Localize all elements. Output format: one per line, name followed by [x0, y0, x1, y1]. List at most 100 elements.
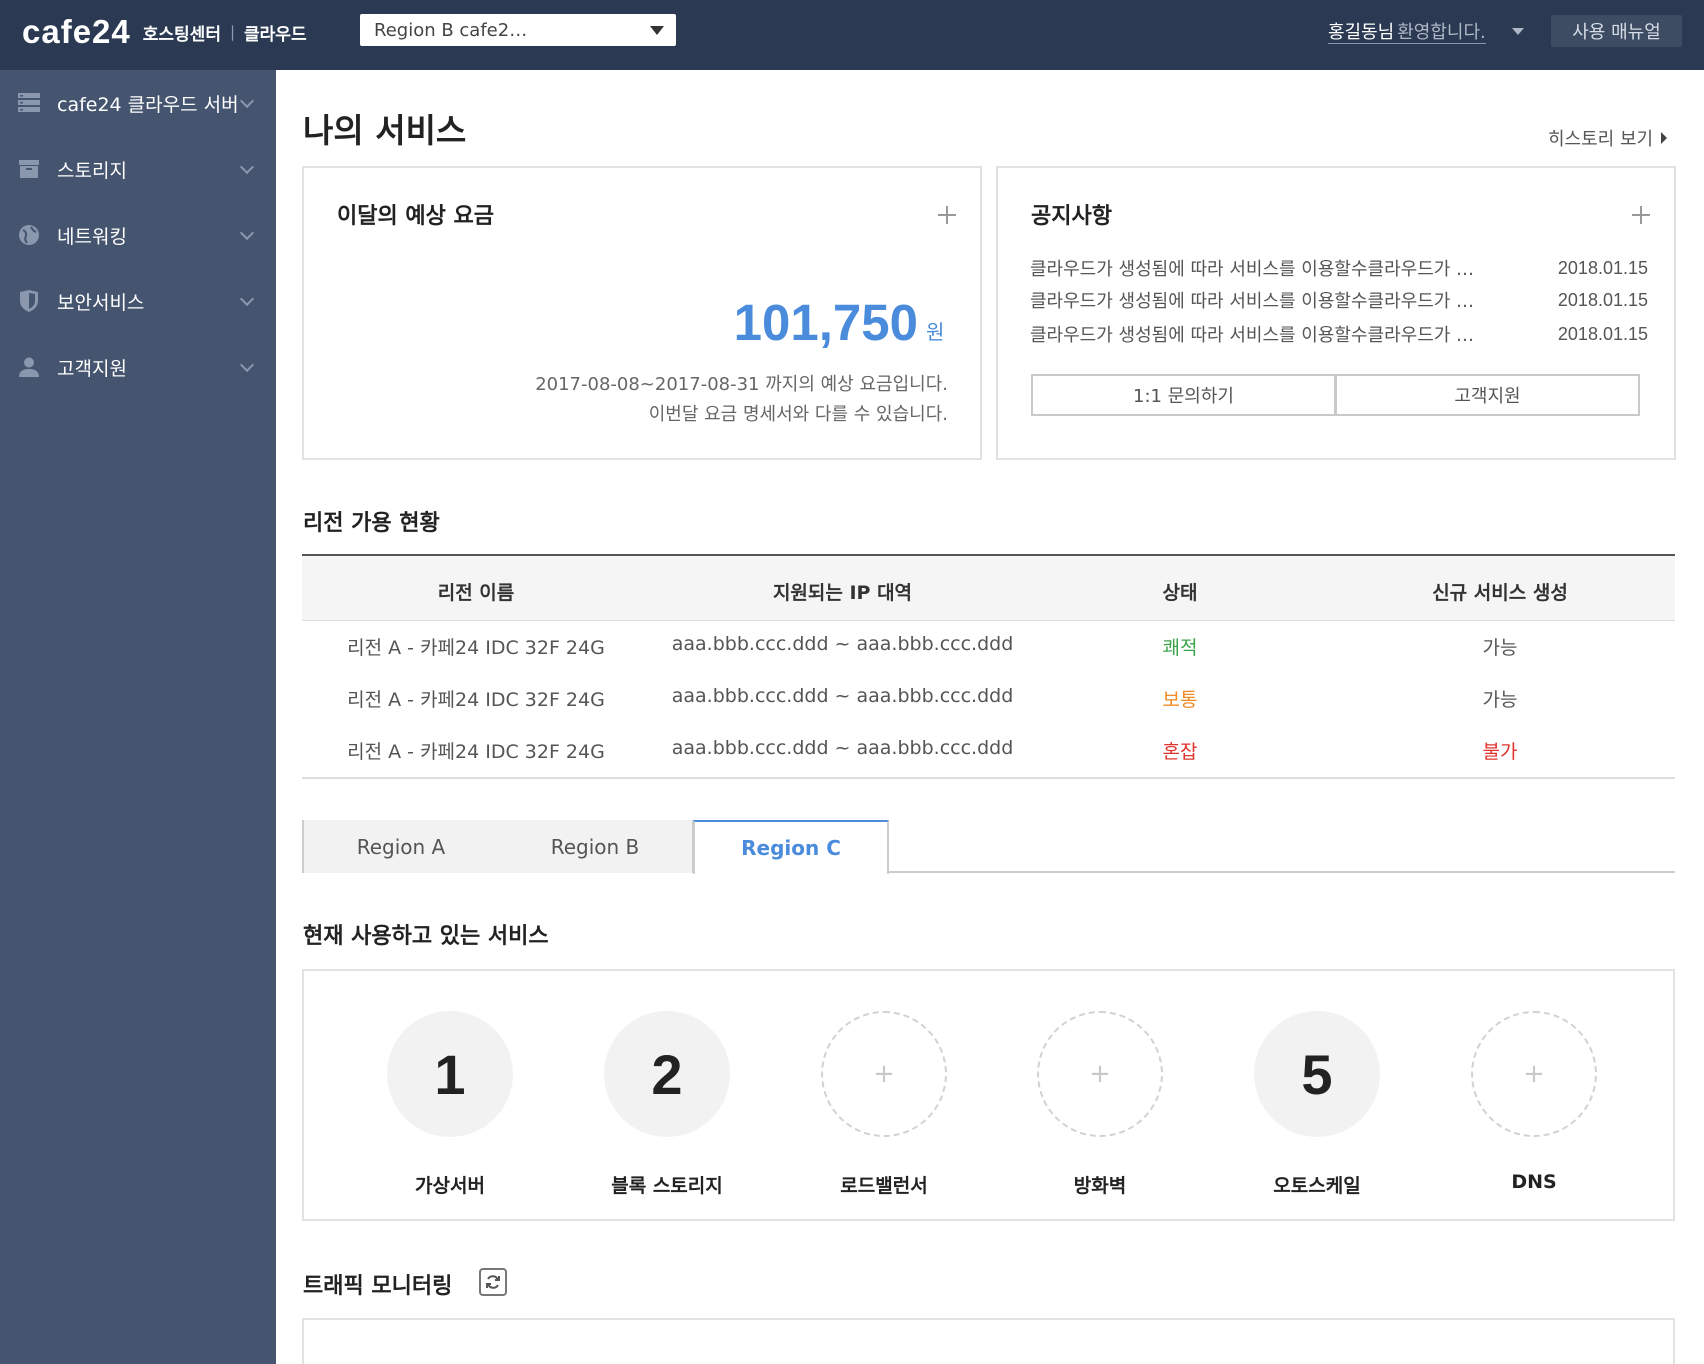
- plus-icon: +: [873, 1059, 895, 1089]
- ip-range: aaa.bbb.ccc.ddd ~ aaa.bbb.ccc.ddd: [671, 685, 1014, 707]
- column-header: 리전 이름: [437, 582, 515, 604]
- service-block-storage[interactable]: 2 블록 스토리지: [587, 1011, 747, 1201]
- service-label: 방화벽: [1073, 1175, 1127, 1197]
- chevron-down-icon: [239, 225, 255, 240]
- fee-amount: 101,750: [733, 294, 918, 351]
- logo[interactable]: cafe24 호스팅센터 | 클라우드: [22, 13, 307, 50]
- user-name: 홍길동님: [1328, 21, 1395, 43]
- create-availability: 가능: [1482, 637, 1518, 659]
- fee-period-desc: 2017-08-08~2017-08-31 까지의 예상 요금입니다.: [535, 374, 948, 395]
- service-label: 가상서버: [415, 1175, 485, 1197]
- sidebar-item-label: 네트워킹: [57, 225, 127, 248]
- plus-icon[interactable]: [1632, 206, 1650, 224]
- service-label: DNS: [1511, 1171, 1557, 1193]
- status-badge: 혼잡: [1162, 741, 1198, 763]
- notice-text: 클라우드가 생성됨에 따라 서비스를 이용할수클라우드가 …: [1030, 291, 1475, 312]
- traffic-panel: [302, 1318, 1675, 1364]
- fee-notice-desc: 이번달 요금 명세서와 다를 수 있습니다.: [648, 404, 948, 425]
- sidebar-item-label: 고객지원: [57, 357, 127, 380]
- region-name: 리전 A - 카페24 IDC 32F 24G: [347, 689, 605, 711]
- server-icon: [18, 92, 40, 114]
- status-badge: 보통: [1162, 689, 1198, 711]
- status-badge: 쾌적: [1162, 637, 1198, 659]
- table-row: 리전 A - 카페24 IDC 32F 24G aaa.bbb.ccc.ddd …: [302, 737, 1675, 789]
- ip-range: aaa.bbb.ccc.ddd ~ aaa.bbb.ccc.ddd: [671, 633, 1014, 655]
- service-label: 로드밸런서: [840, 1175, 928, 1197]
- region-status-title: 리전 가용 현황: [303, 511, 440, 536]
- ip-range: aaa.bbb.ccc.ddd ~ aaa.bbb.ccc.ddd: [671, 737, 1014, 759]
- services-panel: 1 가상서버 2 블록 스토리지 + 로드밸런서 + 방화벽 5 오토스케일 +…: [302, 969, 1675, 1221]
- user-welcome: 환영합니다.: [1397, 21, 1486, 43]
- region-select-value: Region B cafe2…: [374, 19, 528, 41]
- service-count-circle[interactable]: 2: [604, 1011, 730, 1137]
- logo-mark: cafe24: [22, 13, 131, 50]
- history-link-label: 히스토리 보기: [1548, 129, 1654, 150]
- logo-cloud: 클라우드: [244, 24, 307, 45]
- fee-unit: 원: [926, 320, 945, 344]
- service-add-circle[interactable]: +: [1471, 1011, 1597, 1137]
- table-divider: [302, 777, 1675, 779]
- chevron-down-icon: [239, 159, 255, 174]
- service-add-circle[interactable]: +: [821, 1011, 947, 1137]
- page-title: 나의 서비스: [303, 111, 467, 150]
- service-dns[interactable]: + DNS: [1454, 1011, 1614, 1201]
- service-count: 1: [434, 1042, 466, 1106]
- service-count-circle[interactable]: 1: [387, 1011, 513, 1137]
- notice-date: 2018.01.15: [1557, 323, 1648, 344]
- column-header: 신규 서비스 생성: [1432, 582, 1568, 604]
- plus-icon[interactable]: [938, 206, 956, 224]
- table-row: 리전 A - 카페24 IDC 32F 24G aaa.bbb.ccc.ddd …: [302, 633, 1675, 685]
- notice-item[interactable]: 클라우드가 생성됨에 따라 서비스를 이용할수클라우드가 … 2018.01.1…: [1030, 285, 1648, 315]
- top-header: cafe24 호스팅센터 | 클라우드 Region B cafe2… 홍길동님…: [0, 0, 1704, 70]
- user-icon: [18, 356, 40, 378]
- storage-box-icon: [18, 158, 40, 180]
- service-count: 2: [651, 1042, 683, 1106]
- service-virtual-server[interactable]: 1 가상서버: [370, 1011, 530, 1201]
- manual-button[interactable]: 사용 매뉴얼: [1551, 15, 1682, 47]
- service-count-circle[interactable]: 5: [1254, 1011, 1380, 1137]
- notice-date: 2018.01.15: [1557, 289, 1648, 310]
- tab-region-b[interactable]: Region B: [498, 820, 692, 873]
- caret-down-icon: [650, 26, 664, 35]
- service-autoscale[interactable]: 5 오토스케일: [1237, 1011, 1397, 1201]
- traffic-title: 트래픽 모니터링: [303, 1274, 453, 1299]
- chevron-down-icon: [239, 291, 255, 306]
- sidebar-item-networking[interactable]: 네트워킹: [0, 202, 276, 268]
- history-link[interactable]: 히스토리 보기: [1548, 125, 1668, 151]
- sidebar-item-cloud-server[interactable]: cafe24 클라우드 서버: [0, 70, 276, 136]
- notice-text: 클라우드가 생성됨에 따라 서비스를 이용할수클라우드가 …: [1030, 325, 1475, 346]
- inquiry-button[interactable]: 1:1 문의하기: [1031, 374, 1336, 416]
- column-header: 상태: [1162, 582, 1198, 604]
- service-add-circle[interactable]: +: [1037, 1011, 1163, 1137]
- sidebar-item-security[interactable]: 보안서비스: [0, 268, 276, 334]
- notice-date: 2018.01.15: [1557, 257, 1648, 278]
- sidebar-item-label: 보안서비스: [57, 291, 145, 314]
- services-title: 현재 사용하고 있는 서비스: [303, 924, 549, 949]
- plus-icon: +: [1523, 1059, 1545, 1089]
- sidebar: cafe24 클라우드 서버 스토리지 네트워킹 보안서비스 고객지원: [0, 70, 276, 1364]
- table-header: 리전 이름 지원되는 IP 대역 상태 신규 서비스 생성: [302, 554, 1675, 621]
- sidebar-item-label: 스토리지: [57, 159, 127, 182]
- service-firewall[interactable]: + 방화벽: [1020, 1011, 1180, 1201]
- notice-text: 클라우드가 생성됨에 따라 서비스를 이용할수클라우드가 …: [1030, 259, 1475, 280]
- tab-region-c[interactable]: Region C: [693, 820, 889, 874]
- notice-item[interactable]: 클라우드가 생성됨에 따라 서비스를 이용할수클라우드가 … 2018.01.1…: [1030, 253, 1648, 283]
- chevron-down-icon: [239, 93, 255, 108]
- refresh-button[interactable]: [479, 1268, 507, 1296]
- tab-region-a[interactable]: Region A: [304, 820, 498, 873]
- logo-separator: |: [229, 23, 236, 41]
- refresh-icon: [486, 1275, 500, 1289]
- globe-icon: [18, 224, 40, 246]
- table-row: 리전 A - 카페24 IDC 32F 24G aaa.bbb.ccc.ddd …: [302, 685, 1675, 737]
- service-load-balancer[interactable]: + 로드밸런서: [804, 1011, 964, 1201]
- sidebar-item-storage[interactable]: 스토리지: [0, 136, 276, 202]
- sidebar-item-support[interactable]: 고객지원: [0, 334, 276, 400]
- create-availability: 불가: [1482, 741, 1518, 763]
- chevron-down-icon: [239, 357, 255, 372]
- notice-item[interactable]: 클라우드가 생성됨에 따라 서비스를 이용할수클라우드가 … 2018.01.1…: [1030, 319, 1648, 349]
- service-label: 블록 스토리지: [611, 1175, 723, 1197]
- user-menu[interactable]: 홍길동님 환영합니다.: [1328, 18, 1486, 44]
- support-button[interactable]: 고객지원: [1335, 374, 1640, 416]
- caret-down-icon[interactable]: [1512, 28, 1524, 35]
- region-select[interactable]: Region B cafe2…: [360, 14, 676, 46]
